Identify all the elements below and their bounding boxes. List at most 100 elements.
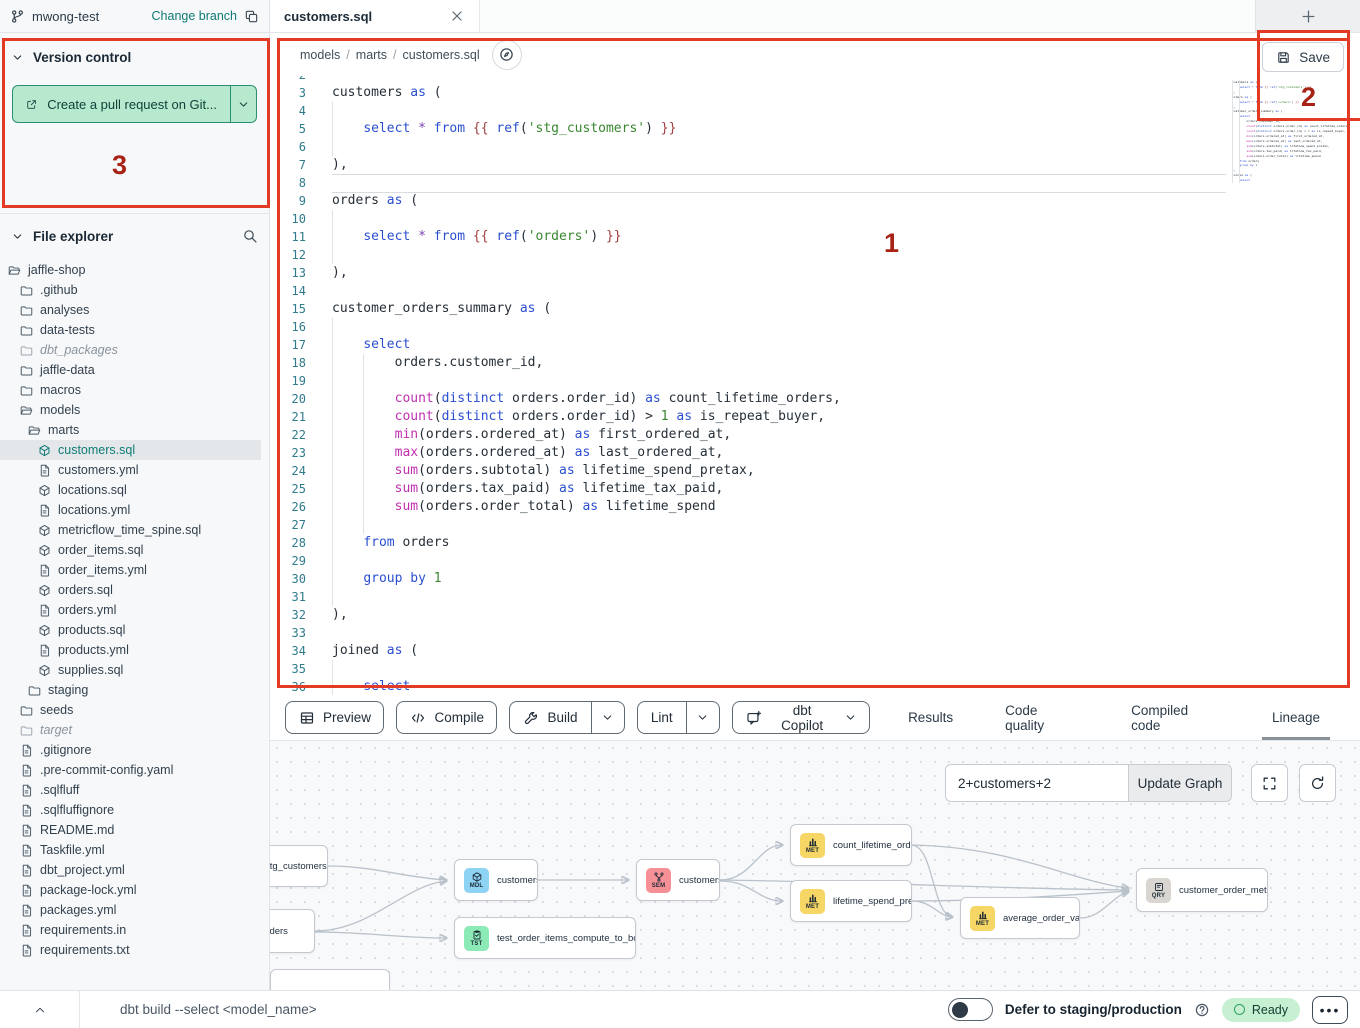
file-tree-item-data-tests[interactable]: data-tests (0, 320, 261, 340)
file-tree-item-models[interactable]: models (0, 400, 261, 420)
update-graph-button[interactable]: Update Graph (1128, 765, 1231, 801)
lineage-node-test_order_items_compute_to_bools...[interactable]: TST test_order_items_compute_to_bools... (454, 917, 636, 959)
file-tree-item-jaffle-data[interactable]: jaffle-data (0, 360, 261, 380)
file-tree-item-order_items.sql[interactable]: order_items.sql (0, 540, 261, 560)
file-tree-item-marts[interactable]: marts (0, 420, 261, 440)
copy-icon[interactable] (244, 9, 259, 24)
code-line-21[interactable]: 21 count(distinct orders.order_id) > 1 a… (270, 408, 1360, 426)
code-line-26[interactable]: 26 sum(orders.order_total) as lifetime_s… (270, 498, 1360, 516)
defer-toggle[interactable] (948, 998, 993, 1021)
lineage-node-customers[interactable]: MDL customers (454, 859, 538, 901)
breadcrumb-segment[interactable]: models (300, 48, 340, 62)
compile-button[interactable]: Compile (396, 701, 497, 734)
file-tree-item-package-lock.yml[interactable]: package-lock.yml (0, 880, 261, 900)
breadcrumb-segment[interactable]: customers.sql (403, 48, 480, 62)
file-explorer-header[interactable]: File explorer (0, 214, 269, 252)
file-tree-item-orders.sql[interactable]: orders.sql (0, 580, 261, 600)
code-line-11[interactable]: 11 select * from {{ ref('orders') }} (270, 228, 1360, 246)
file-tree-item-.github[interactable]: .github (0, 280, 261, 300)
code-line-29[interactable]: 29 (270, 552, 1360, 570)
code-area[interactable]: 2 3 customers as ( 4 5 select * from {{ … (270, 76, 1360, 695)
code-line-14[interactable]: 14 (270, 282, 1360, 300)
file-tree-item-dbt_packages[interactable]: dbt_packages (0, 340, 261, 360)
build-button[interactable]: Build (509, 701, 624, 734)
file-tree-item-order_items.yml[interactable]: order_items.yml (0, 560, 261, 580)
save-button[interactable]: Save (1262, 42, 1344, 72)
file-tree-item-metricflow_time_spine.sql[interactable]: metricflow_time_spine.sql (0, 520, 261, 540)
code-line-3[interactable]: 3 customers as ( (270, 84, 1360, 102)
lineage-node-lifetime_spend_pretax[interactable]: MET lifetime_spend_pretax (790, 880, 912, 922)
code-line-20[interactable]: 20 count(distinct orders.order_id) as co… (270, 390, 1360, 408)
command-input[interactable]: dbt build --select <model_name> (120, 1002, 317, 1017)
file-tree-item-locations.sql[interactable]: locations.sql (0, 480, 261, 500)
code-line-17[interactable]: 17 select (270, 336, 1360, 354)
code-line-23[interactable]: 23 max(orders.ordered_at) as last_ordere… (270, 444, 1360, 462)
minimap[interactable]: customers as ( select * from {{ ref('stg… (1232, 80, 1314, 183)
file-tree-item-customers.yml[interactable]: customers.yml (0, 460, 261, 480)
file-tree-item-.gitignore[interactable]: .gitignore (0, 740, 261, 760)
tab-code-quality[interactable]: Code quality (979, 695, 1105, 740)
change-branch-link[interactable]: Change branch (152, 9, 237, 23)
file-tree-item-.sqlfluffignore[interactable]: .sqlfluffignore (0, 800, 261, 820)
file-tree-item-analyses[interactable]: analyses (0, 300, 261, 320)
lineage-search-input[interactable]: 2+customers+2 (946, 765, 1128, 801)
code-line-27[interactable]: 27 (270, 516, 1360, 534)
file-tree-item-requirements.in[interactable]: requirements.in (0, 920, 261, 940)
tab-customers-sql[interactable]: customers.sql (270, 0, 480, 32)
file-tree-item-target[interactable]: target (0, 720, 261, 740)
code-line-10[interactable]: 10 (270, 210, 1360, 228)
code-line-15[interactable]: 15 customer_orders_summary as ( (270, 300, 1360, 318)
code-line-32[interactable]: 32 ), (270, 606, 1360, 624)
lens-button[interactable] (492, 40, 522, 70)
code-line-36[interactable]: 36 select (270, 678, 1360, 695)
code-line-35[interactable]: 35 (270, 660, 1360, 678)
code-line-9[interactable]: 9 orders as ( (270, 192, 1360, 210)
lineage-node-count_lifetime_orders[interactable]: MET count_lifetime_orders (790, 824, 912, 866)
new-tab-icon[interactable] (1300, 8, 1317, 25)
code-line-22[interactable]: 22 min(orders.ordered_at) as first_order… (270, 426, 1360, 444)
file-tree-item-locations.yml[interactable]: locations.yml (0, 500, 261, 520)
file-tree-item-.sqlfluff[interactable]: .sqlfluff (0, 780, 261, 800)
lint-button[interactable]: Lint (637, 701, 720, 734)
lineage-node-customers[interactable]: SEM customers (636, 859, 720, 901)
code-line-13[interactable]: 13 ), (270, 264, 1360, 282)
tab-lineage[interactable]: Lineage (1246, 695, 1346, 740)
file-tree-item-staging[interactable]: staging (0, 680, 261, 700)
code-line-4[interactable]: 4 (270, 102, 1360, 120)
code-line-24[interactable]: 24 sum(orders.subtotal) as lifetime_spen… (270, 462, 1360, 480)
refresh-button[interactable] (1299, 764, 1336, 802)
code-line-2[interactable]: 2 (270, 76, 1360, 84)
code-line-28[interactable]: 28 from orders (270, 534, 1360, 552)
code-line-8[interactable]: 8 (270, 174, 1360, 192)
code-line-16[interactable]: 16 (270, 318, 1360, 336)
code-line-12[interactable]: 12 (270, 246, 1360, 264)
file-tree-item-supplies.sql[interactable]: supplies.sql (0, 660, 261, 680)
Lint-dropdown[interactable] (686, 702, 720, 733)
code-line-25[interactable]: 25 sum(orders.tax_paid) as lifetime_tax_… (270, 480, 1360, 498)
file-tree-item-requirements.txt[interactable]: requirements.txt (0, 940, 261, 960)
file-tree-item-.pre-commit-config.yaml[interactable]: .pre-commit-config.yaml (0, 760, 261, 780)
expand-command-bar-button[interactable] (0, 991, 80, 1028)
file-tree-item-seeds[interactable]: seeds (0, 700, 261, 720)
lineage-node-customer_order_metrics[interactable]: QRY customer_order_metrics (1136, 868, 1268, 912)
code-line-7[interactable]: 7 ), (270, 156, 1360, 174)
code-lines[interactable]: 2 3 customers as ( 4 5 select * from {{ … (270, 76, 1360, 695)
lineage-node-stg_customers[interactable]: MDL stg_customers (270, 845, 328, 887)
file-tree-item-macros[interactable]: macros (0, 380, 261, 400)
version-control-header[interactable]: Version control (0, 33, 269, 81)
create-pull-request-main[interactable]: Create a pull request on Git... (13, 86, 230, 122)
lineage-node-average_order_value[interactable]: MET average_order_value (960, 897, 1080, 939)
more-options-button[interactable]: ••• (1312, 996, 1348, 1024)
dbt-copilot-button[interactable]: dbt Copilot (732, 701, 870, 734)
lineage-node-partial[interactable] (270, 969, 390, 990)
file-tree-item-packages.yml[interactable]: packages.yml (0, 900, 261, 920)
file-tree-item-products.yml[interactable]: products.yml (0, 640, 261, 660)
file-tree-item-README.md[interactable]: README.md (0, 820, 261, 840)
code-line-34[interactable]: 34 joined as ( (270, 642, 1360, 660)
search-icon[interactable] (242, 228, 258, 244)
lineage-node-orders[interactable]: MDL orders (270, 909, 315, 953)
preview-button[interactable]: Preview (285, 701, 384, 734)
fullscreen-button[interactable] (1251, 764, 1288, 802)
code-line-33[interactable]: 33 (270, 624, 1360, 642)
create-pull-request-button[interactable]: Create a pull request on Git... (12, 85, 257, 123)
